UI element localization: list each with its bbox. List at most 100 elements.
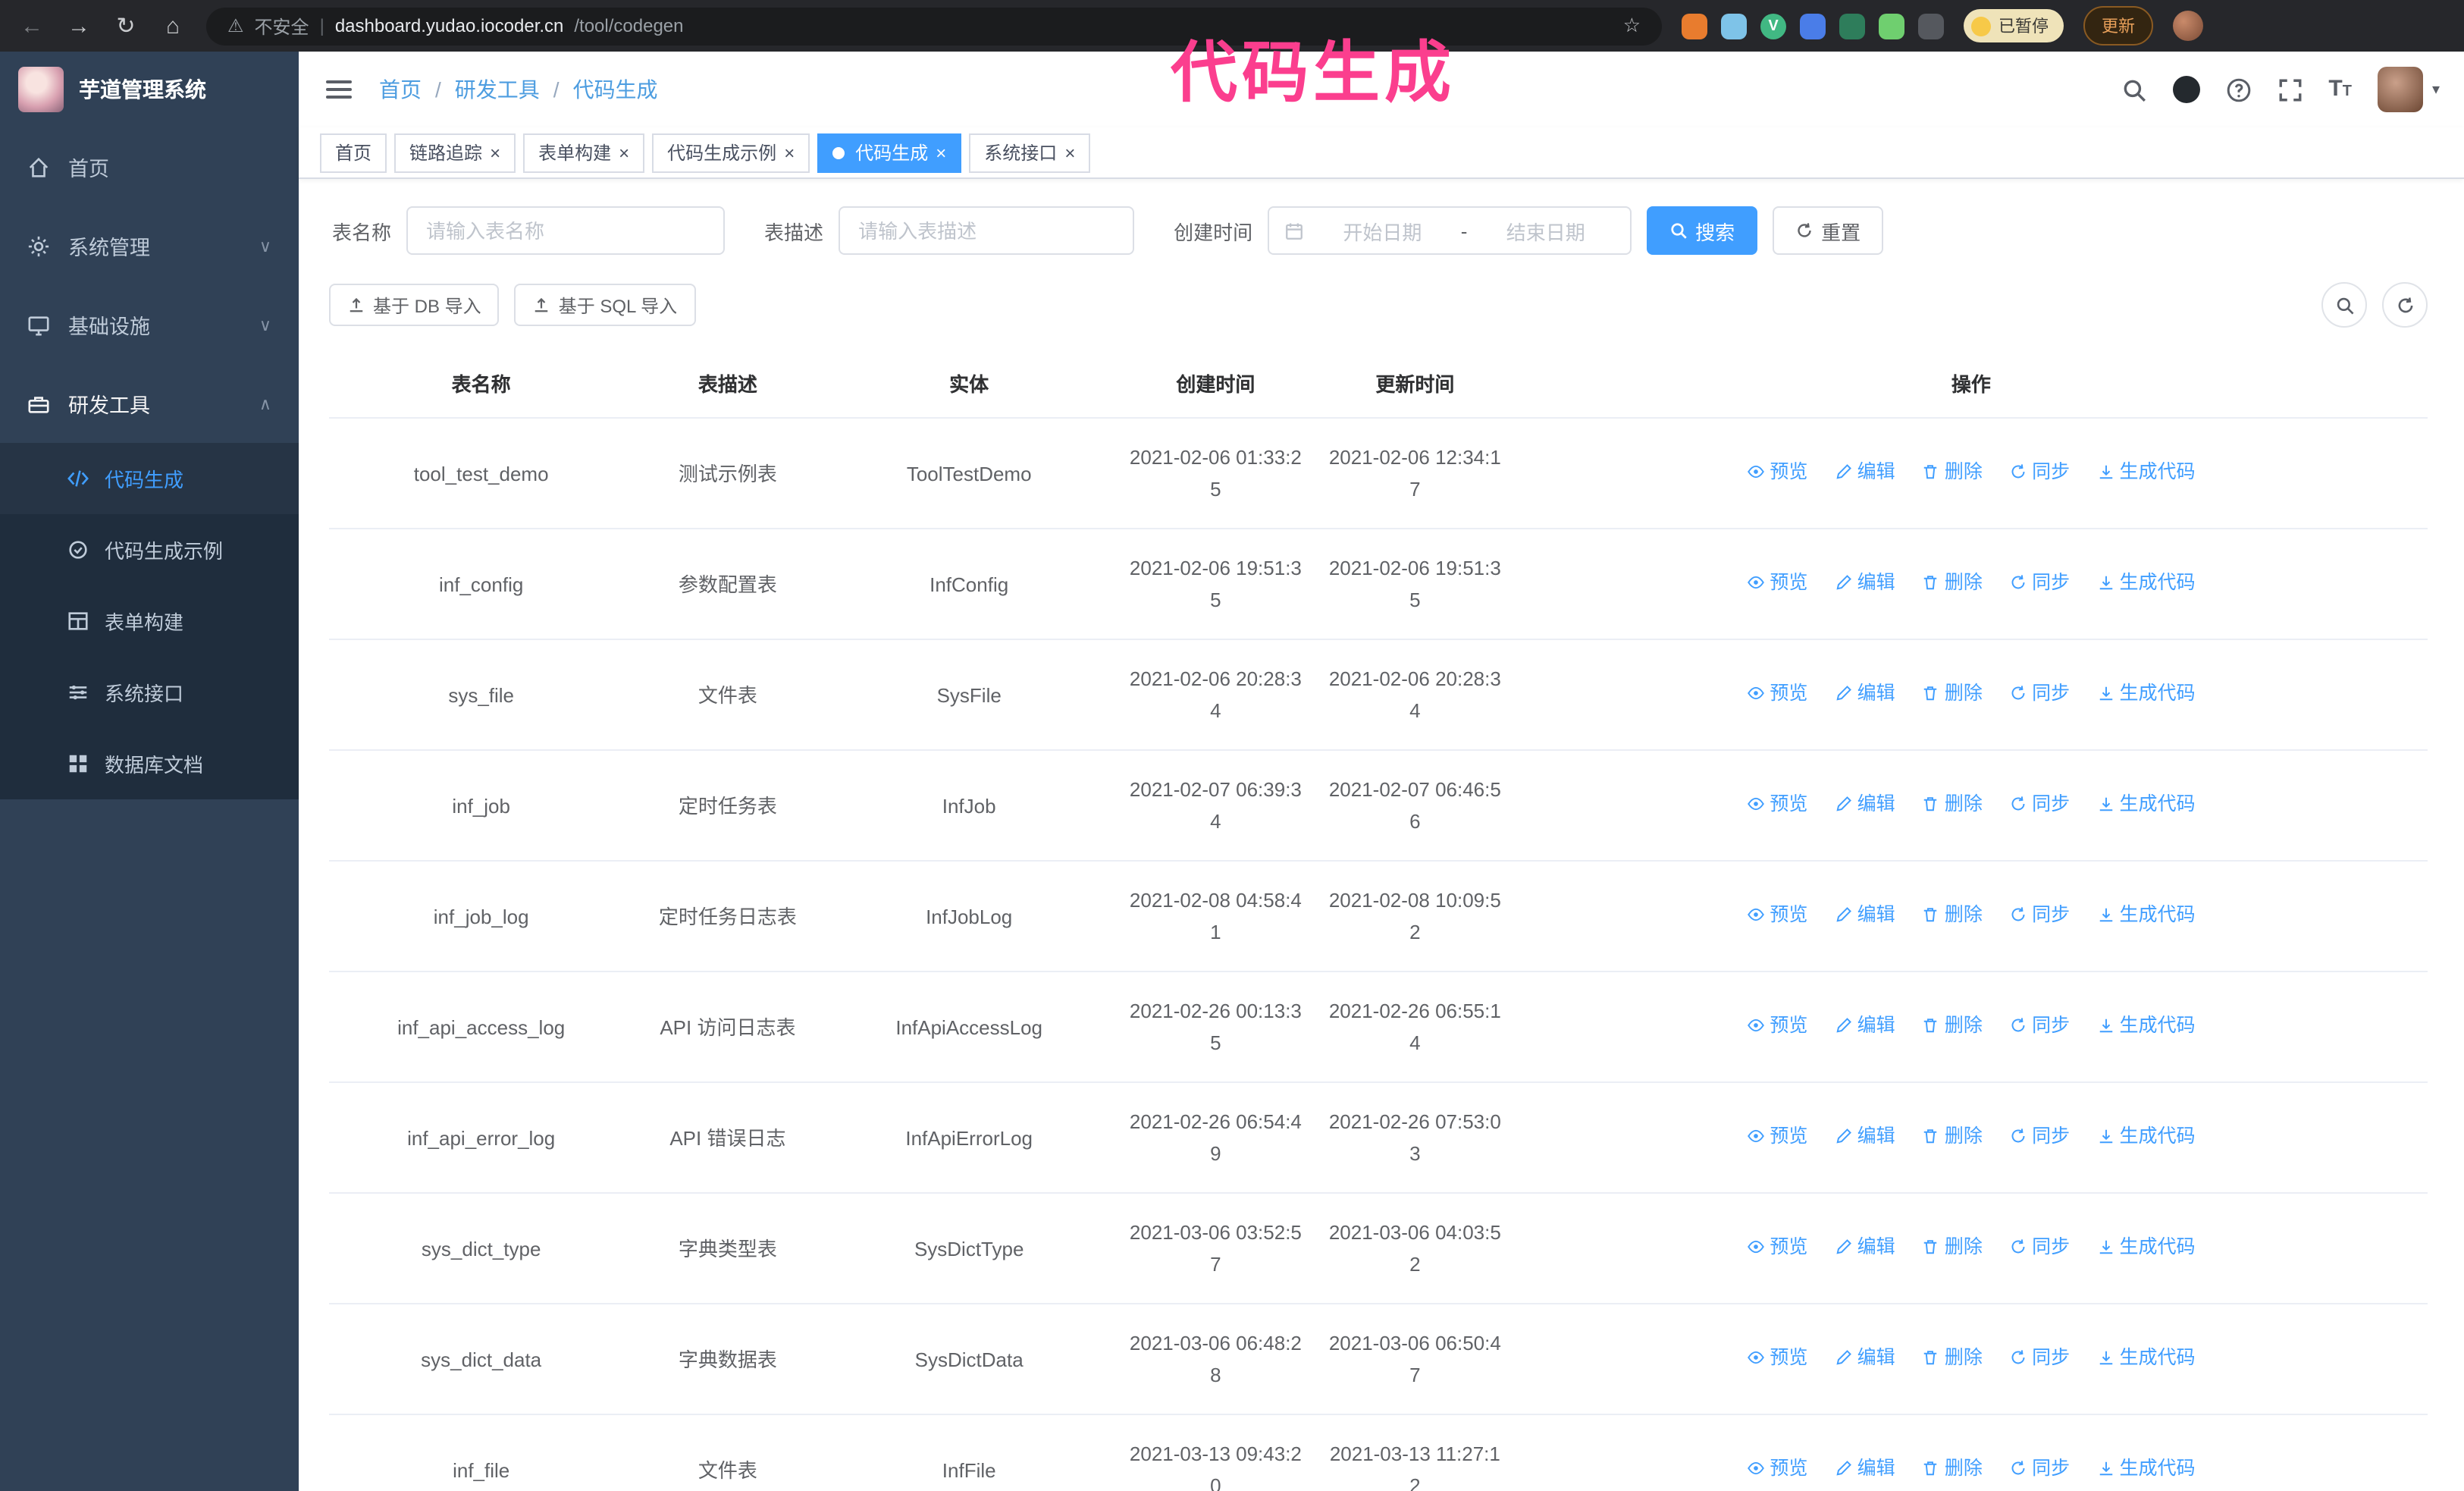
sync-link[interactable]: 同步 (2009, 1453, 2070, 1485)
delete-link[interactable]: 删除 (1922, 567, 1983, 599)
tab-codegen[interactable]: 代码生成 × (817, 133, 962, 172)
update-button[interactable]: 更新 (2083, 6, 2153, 46)
browser-profile-avatar[interactable] (2173, 11, 2203, 41)
generate-code-link[interactable]: 生成代码 (2096, 1232, 2195, 1263)
reload-icon[interactable]: ↻ (112, 14, 140, 37)
sync-link[interactable]: 同步 (2009, 1232, 2070, 1263)
edit-link[interactable]: 编辑 (1835, 789, 1895, 821)
tab-system-api[interactable]: 系统接口 × (969, 133, 1091, 172)
tab-codegen-example[interactable]: 代码生成示例 × (652, 133, 810, 172)
search-icon[interactable] (2121, 77, 2146, 102)
refresh-table-button[interactable] (2382, 282, 2428, 328)
preview-link[interactable]: 预览 (1747, 678, 1807, 710)
forward-icon[interactable]: → (65, 14, 92, 37)
delete-link[interactable]: 删除 (1922, 789, 1983, 821)
sidebar-item-devtools[interactable]: 研发工具 ∧ (0, 364, 299, 443)
sidebar-item-codegen-example[interactable]: 代码生成示例 (0, 514, 299, 585)
generate-code-link[interactable]: 生成代码 (2096, 899, 2195, 931)
tab-close-icon[interactable]: × (490, 142, 500, 163)
sidebar-item-system[interactable]: 系统管理 ∨ (0, 206, 299, 285)
sidebar-item-system-api[interactable]: 系统接口 (0, 657, 299, 728)
import-db-button[interactable]: 基于 DB 导入 (329, 284, 500, 326)
delete-link[interactable]: 删除 (1922, 1010, 1983, 1042)
generate-code-link[interactable]: 生成代码 (2096, 1342, 2195, 1374)
generate-code-link[interactable]: 生成代码 (2096, 1453, 2195, 1485)
sync-link[interactable]: 同步 (2009, 899, 2070, 931)
edit-link[interactable]: 编辑 (1835, 1342, 1895, 1374)
home-icon[interactable]: ⌂ (159, 14, 187, 37)
generate-code-link[interactable]: 生成代码 (2096, 789, 2195, 821)
extension-icon[interactable] (1721, 13, 1747, 39)
app-logo-row[interactable]: 芋道管理系统 (0, 52, 299, 127)
paused-badge[interactable]: 已暂停 (1964, 9, 2064, 42)
edit-link[interactable]: 编辑 (1835, 899, 1895, 931)
edit-link[interactable]: 编辑 (1835, 567, 1895, 599)
preview-link[interactable]: 预览 (1747, 567, 1807, 599)
delete-link[interactable]: 删除 (1922, 1121, 1983, 1153)
bookmark-star-icon[interactable]: ☆ (1623, 14, 1641, 38)
puzzle-extension-icon[interactable] (1918, 13, 1944, 39)
delete-link[interactable]: 删除 (1922, 457, 1983, 488)
help-icon[interactable] (2225, 77, 2251, 102)
preview-link[interactable]: 预览 (1747, 457, 1807, 488)
back-icon[interactable]: ← (18, 14, 45, 37)
sync-link[interactable]: 同步 (2009, 1010, 2070, 1042)
extension-icon[interactable] (1800, 13, 1826, 39)
edit-link[interactable]: 编辑 (1835, 1453, 1895, 1485)
preview-link[interactable]: 预览 (1747, 1342, 1807, 1374)
extension-icon[interactable] (1682, 13, 1707, 39)
delete-link[interactable]: 删除 (1922, 1232, 1983, 1263)
hamburger-button[interactable] (323, 74, 355, 105)
tab-close-icon[interactable]: × (784, 142, 795, 163)
font-size-icon[interactable]: TT (2328, 76, 2352, 103)
edit-link[interactable]: 编辑 (1835, 1121, 1895, 1153)
toggle-search-button[interactable] (2321, 282, 2367, 328)
sync-link[interactable]: 同步 (2009, 457, 2070, 488)
date-range-picker[interactable]: 开始日期 - 结束日期 (1268, 206, 1632, 255)
tab-close-icon[interactable]: × (619, 142, 629, 163)
edit-link[interactable]: 编辑 (1835, 678, 1895, 710)
delete-link[interactable]: 删除 (1922, 1342, 1983, 1374)
search-button[interactable]: 搜索 (1647, 206, 1758, 255)
sync-link[interactable]: 同步 (2009, 678, 2070, 710)
generate-code-link[interactable]: 生成代码 (2096, 1010, 2195, 1042)
import-sql-button[interactable]: 基于 SQL 导入 (514, 284, 696, 326)
preview-link[interactable]: 预览 (1747, 1121, 1807, 1153)
generate-code-link[interactable]: 生成代码 (2096, 567, 2195, 599)
sidebar-item-form-builder[interactable]: 表单构建 (0, 585, 299, 657)
extension-icon[interactable] (1839, 13, 1865, 39)
extension-icon[interactable] (1879, 13, 1904, 39)
sidebar-item-home[interactable]: 首页 (0, 127, 299, 206)
delete-link[interactable]: 删除 (1922, 899, 1983, 931)
extension-icon[interactable]: V (1760, 13, 1786, 39)
user-menu[interactable]: ▾ (2377, 67, 2440, 112)
reset-button[interactable]: 重置 (1773, 206, 1884, 255)
sync-link[interactable]: 同步 (2009, 1121, 2070, 1153)
sync-link[interactable]: 同步 (2009, 567, 2070, 599)
edit-link[interactable]: 编辑 (1835, 457, 1895, 488)
edit-link[interactable]: 编辑 (1835, 1010, 1895, 1042)
preview-link[interactable]: 预览 (1747, 1010, 1807, 1042)
sidebar-item-db-docs[interactable]: 数据库文档 (0, 728, 299, 799)
generate-code-link[interactable]: 生成代码 (2096, 457, 2195, 488)
github-icon[interactable] (2172, 76, 2200, 103)
table-desc-input[interactable] (839, 206, 1135, 255)
tab-form-builder[interactable]: 表单构建 × (523, 133, 645, 172)
sync-link[interactable]: 同步 (2009, 789, 2070, 821)
tab-close-icon[interactable]: × (1064, 142, 1075, 163)
delete-link[interactable]: 删除 (1922, 678, 1983, 710)
tab-home[interactable]: 首页 (320, 133, 387, 172)
sync-link[interactable]: 同步 (2009, 1342, 2070, 1374)
edit-link[interactable]: 编辑 (1835, 1232, 1895, 1263)
sidebar-item-infra[interactable]: 基础设施 ∨ (0, 285, 299, 364)
fullscreen-icon[interactable] (2277, 77, 2303, 102)
preview-link[interactable]: 预览 (1747, 1232, 1807, 1263)
preview-link[interactable]: 预览 (1747, 899, 1807, 931)
table-name-input[interactable] (406, 206, 726, 255)
preview-link[interactable]: 预览 (1747, 789, 1807, 821)
generate-code-link[interactable]: 生成代码 (2096, 1121, 2195, 1153)
preview-link[interactable]: 预览 (1747, 1453, 1807, 1485)
breadcrumb-item-devtools[interactable]: 研发工具 (455, 74, 540, 105)
generate-code-link[interactable]: 生成代码 (2096, 678, 2195, 710)
delete-link[interactable]: 删除 (1922, 1453, 1983, 1485)
